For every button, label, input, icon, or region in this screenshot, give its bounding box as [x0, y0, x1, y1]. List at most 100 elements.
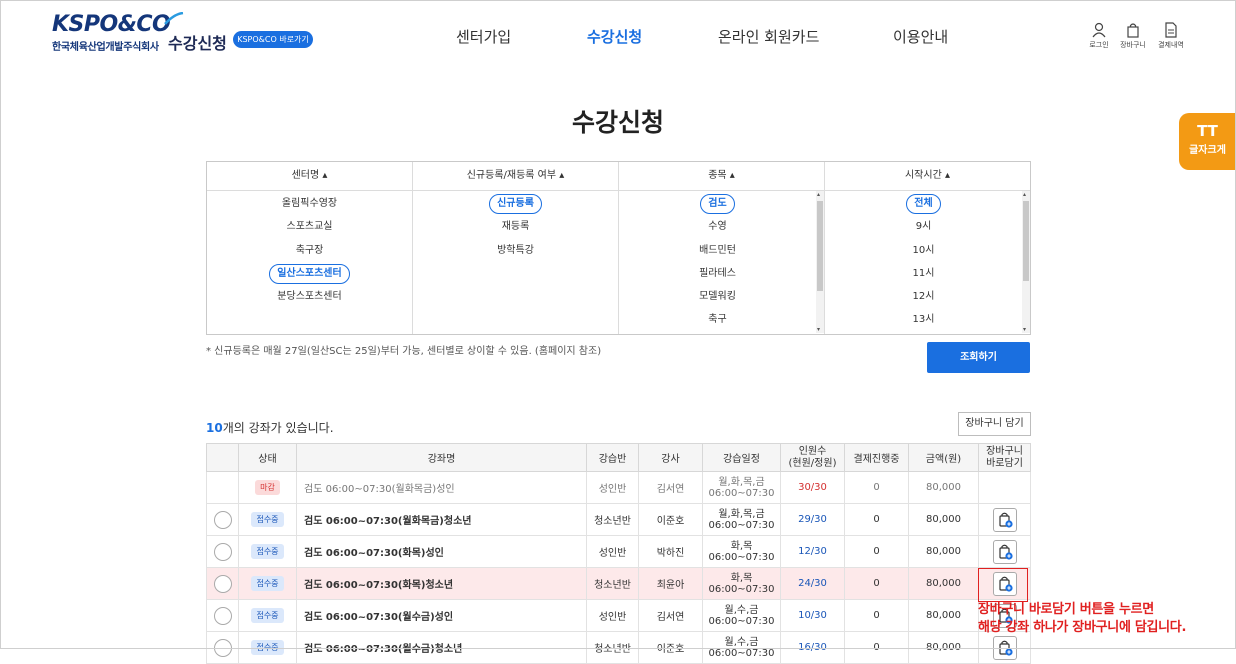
filter-option[interactable]: 재등록 [413, 215, 618, 238]
callout-line-2: 해당 강좌 하나가 장바구니에 담깁니다. [978, 620, 1187, 635]
sport-scrollbar[interactable]: ▴ ▾ [816, 191, 824, 333]
price-cell: 80,000 [908, 567, 979, 600]
nav-course-apply[interactable]: 수강신청 [587, 26, 642, 47]
price-cell: 80,000 [908, 631, 979, 664]
class-cell: 성인반 [586, 471, 639, 504]
teacher-cell: 이준호 [638, 631, 703, 664]
filter-option[interactable]: 12시 [825, 285, 1022, 308]
logo-swoosh-icon [164, 12, 184, 25]
callout-line-1: 장바구니 바로담기 버튼을 누르면 [978, 602, 1154, 617]
kspo-logo[interactable]: KSPO&CO 한국체육산업개발주식회사 [52, 12, 184, 53]
filter-option-selected[interactable]: 검도 [619, 192, 816, 215]
row-select-cell[interactable] [206, 535, 239, 568]
nav-online-card[interactable]: 온라인 회원카드 [718, 26, 819, 47]
nav-guide[interactable]: 이용안내 [893, 26, 948, 47]
class-cell: 청소년반 [586, 503, 639, 536]
class-cell: 성인반 [586, 535, 639, 568]
col-teacher: 강사 [638, 443, 703, 472]
filter-option-selected[interactable]: 일산스포츠센터 [207, 262, 412, 285]
schedule-days: 화,목 [730, 540, 753, 552]
row-radio[interactable] [213, 574, 232, 593]
table-row[interactable]: 접수중 검도 06:00~07:30(월화목금)청소년 청소년반 이준호 월,화,목,금… [206, 503, 1031, 536]
font-size-button[interactable]: TT 글자크게 [1179, 113, 1236, 170]
status-cell: 접수중 [238, 631, 297, 664]
shopping-bag-icon [1127, 23, 1139, 38]
filter-option[interactable]: 분당스포츠센터 [207, 285, 412, 308]
filter-option[interactable]: 수영 [619, 215, 816, 238]
add-to-cart-button[interactable] [992, 539, 1017, 564]
filter-option[interactable]: 배드민턴 [619, 239, 816, 262]
cart-button[interactable]: 장바구니 [1115, 22, 1151, 50]
schedule-cell: 화,목 06:00~07:30 [702, 567, 781, 600]
filter-option[interactable]: 축구장 [207, 239, 412, 262]
add-to-cart-all-button[interactable]: 장바구니 담기 [958, 412, 1031, 436]
cart-add-icon [998, 640, 1013, 656]
class-cell: 청소년반 [586, 631, 639, 664]
schedule-time: 06:00~07:30 [708, 487, 775, 499]
schedule-days: 월,수,금 [724, 636, 759, 648]
filter-option-selected[interactable]: 신규등록 [413, 192, 618, 215]
row-radio[interactable] [213, 606, 232, 625]
enrolled-cell: 12/30 [780, 535, 845, 568]
table-row[interactable]: 접수중 검도 06:00~07:30(월수금)청소년 청소년반 이준호 월,수,금 06:… [206, 631, 1031, 664]
instruction-callout: 장바구니 바로담기 버튼을 누르면 해당 강좌 하나가 장바구니에 담깁니다. [978, 601, 1186, 637]
table-row[interactable]: 접수중 검도 06:00~07:30(화목)성인 성인반 박하진 화,목 06:00~07… [206, 535, 1031, 568]
table-row[interactable]: 마감 검도 06:00~07:30(월화목금)성인 성인반 김서연 월,화,목,금 06:… [206, 471, 1031, 504]
schedule-cell: 월,화,목,금 06:00~07:30 [702, 471, 781, 504]
pending-cell: 0 [844, 503, 909, 536]
row-radio[interactable] [213, 510, 232, 529]
filter-option[interactable]: 10시 [825, 239, 1022, 262]
filter-option[interactable]: 필라테스 [619, 262, 816, 285]
schedule-time: 06:00~07:30 [708, 647, 775, 659]
row-select-cell[interactable] [206, 599, 239, 632]
search-button[interactable]: 조회하기 [927, 342, 1030, 373]
enrolled-count: 29/30 [798, 514, 827, 525]
row-radio[interactable] [213, 542, 232, 561]
enrolled-count: 30/30 [798, 482, 827, 493]
course-filter: 센터명 ▴ 올림픽수영장 스포츠교실 축구장 일산스포츠센터 분당스포츠센터 신… [206, 161, 1031, 335]
row-radio[interactable] [213, 638, 232, 657]
filter-option-selected[interactable]: 전체 [825, 192, 1022, 215]
kspo-link-button[interactable]: KSPO&CO 바로가기 [233, 31, 313, 48]
payment-history-button[interactable]: 결제내역 [1153, 22, 1189, 50]
add-to-cart-button[interactable] [992, 635, 1017, 660]
pending-cell: 0 [844, 567, 909, 600]
schedule-cell: 월,화,목,금 06:00~07:30 [702, 503, 781, 536]
status-cell: 접수중 [238, 535, 297, 568]
filter-option[interactable]: 모델워킹 [619, 285, 816, 308]
row-select-cell[interactable] [206, 567, 239, 600]
time-scrollbar[interactable]: ▴ ▾ [1022, 191, 1030, 333]
filter-time-column: 시작시간 ▴ 전체 9시 10시 11시 12시 13시 ▴ ▾ [825, 162, 1030, 334]
login-button[interactable]: 로그인 [1081, 22, 1117, 50]
filter-option[interactable]: 스포츠교실 [207, 215, 412, 238]
row-select-cell[interactable] [206, 631, 239, 664]
filter-center-header[interactable]: 센터명 ▴ [207, 162, 412, 191]
nav-center-join[interactable]: 센터가입 [456, 26, 511, 47]
add-to-cart-button[interactable] [992, 507, 1017, 532]
filter-option[interactable]: 축구 [619, 308, 816, 331]
filter-option[interactable]: 11시 [825, 262, 1022, 285]
filter-option[interactable]: 올림픽수영장 [207, 192, 412, 215]
price-cell: 80,000 [908, 503, 979, 536]
filter-center-column: 센터명 ▴ 올림픽수영장 스포츠교실 축구장 일산스포츠센터 분당스포츠센터 [207, 162, 413, 334]
status-badge: 접수중 [251, 576, 284, 591]
schedule-cell: 월,수,금 06:00~07:30 [702, 599, 781, 632]
filter-option[interactable]: 방학특강 [413, 239, 618, 262]
table-row[interactable]: 접수중 검도 06:00~07:30(화목)청소년 청소년반 최윤아 화,목 06:00~… [206, 567, 1031, 600]
table-row[interactable]: 접수중 검도 06:00~07:30(월수금)성인 성인반 김서연 월,수,금 06:00… [206, 599, 1031, 632]
course-name: 검도 06:00~07:30(화목)청소년 [296, 567, 587, 600]
filter-option[interactable]: 13시 [825, 308, 1022, 331]
schedule-time: 06:00~07:30 [708, 519, 775, 531]
schedule-days: 월,화,목,금 [718, 476, 765, 488]
enrolled-cell: 29/30 [780, 503, 845, 536]
logo-wordmark: KSPO&CO [52, 12, 171, 37]
status-badge: 접수중 [251, 512, 284, 527]
course-name: 검도 06:00~07:30(화목)성인 [296, 535, 587, 568]
filter-option[interactable]: 9시 [825, 215, 1022, 238]
row-select-cell [206, 471, 239, 504]
schedule-time: 06:00~07:30 [708, 615, 775, 627]
filter-time-header[interactable]: 시작시간 ▴ [825, 162, 1030, 191]
filter-registration-header[interactable]: 신규등록/재등록 여부 ▴ [413, 162, 618, 191]
row-select-cell[interactable] [206, 503, 239, 536]
filter-sport-header[interactable]: 종목 ▴ [619, 162, 824, 191]
